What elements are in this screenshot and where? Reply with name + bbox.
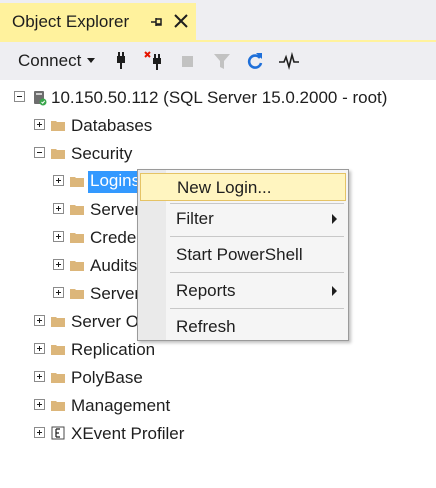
toolbar: Connect [0,42,436,80]
expand-icon[interactable] [34,371,45,382]
panel-titlebar: Object Explorer [0,0,436,40]
folder-icon [51,345,65,355]
menu-item-label: Reports [176,281,236,300]
expand-icon[interactable] [34,427,45,438]
submenu-arrow-icon [332,214,337,224]
menu-item-filter[interactable]: Filter [140,205,346,233]
tree-node-label: Replication [71,340,156,359]
menu-item-refresh[interactable]: Refresh [140,313,346,341]
tree-node-label: PolyBase [71,368,143,387]
expand-icon[interactable] [53,231,64,242]
expand-icon[interactable] [34,399,45,410]
collapse-icon[interactable] [14,91,25,102]
filter-icon[interactable] [211,50,233,72]
expand-icon[interactable] [53,203,64,214]
expand-icon[interactable] [53,287,64,298]
menu-item-label: New Login... [177,178,272,197]
tree-node-server[interactable]: 10.150.50.112 (SQL Server 15.0.2000 - ro… [0,86,436,110]
connect-button[interactable]: Connect [18,51,81,71]
menu-separator [170,308,344,309]
expand-icon[interactable] [34,315,45,326]
expand-icon[interactable] [34,343,45,354]
expand-icon[interactable] [34,119,45,130]
tree-node-label: Server O [71,312,140,331]
stop-icon[interactable] [177,50,199,72]
tree-node-label: Server [90,200,141,219]
close-icon[interactable] [172,12,190,30]
tree-node-label: XEvent Profiler [71,424,185,443]
activity-monitor-icon[interactable] [278,50,300,72]
tree-node-label: Security [71,144,133,163]
pin-icon[interactable] [148,13,166,31]
menu-item-label: Filter [176,209,214,228]
panel-title: Object Explorer [12,12,130,31]
collapse-icon[interactable] [34,147,45,158]
expand-icon[interactable] [53,259,64,270]
menu-separator [170,272,344,273]
tree-node-label: Crede [90,228,137,247]
menu-separator [170,203,344,204]
tree-node-label: Audits [90,256,138,275]
menu-item-label: Refresh [176,317,236,336]
folder-icon [70,289,84,299]
menu-separator [170,236,344,237]
folder-icon [51,373,65,383]
folder-icon [70,261,84,271]
tree-node-label: Management [71,396,171,415]
context-menu: New Login... Filter Start PowerShell Rep… [137,169,349,341]
folder-icon [51,317,65,327]
refresh-icon[interactable] [244,50,266,72]
menu-item-start-powershell[interactable]: Start PowerShell [140,241,346,269]
server-label: 10.150.50.112 (SQL Server 15.0.2000 - ro… [51,88,388,107]
server-icon [34,91,47,106]
folder-icon [51,401,65,411]
chevron-down-icon[interactable] [87,58,95,63]
panel-tab[interactable]: Object Explorer [0,3,196,40]
disconnect-icon[interactable] [144,50,166,72]
folder-icon [70,205,84,215]
folder-icon [70,233,84,243]
connect-plug-icon[interactable] [110,50,132,72]
folder-icon [51,149,65,159]
folder-icon [51,121,65,131]
folder-icon [70,177,84,187]
menu-item-new-login[interactable]: New Login... [140,173,346,201]
tree-node-label: Server [90,284,141,303]
submenu-arrow-icon [332,286,337,296]
expand-icon[interactable] [53,175,64,186]
menu-item-label: Start PowerShell [176,245,303,264]
tree-node-label-selected: Logins [88,171,144,193]
xevent-profiler-icon [51,426,65,440]
menu-item-reports[interactable]: Reports [140,277,346,305]
tree-node-label: Databases [71,116,153,135]
